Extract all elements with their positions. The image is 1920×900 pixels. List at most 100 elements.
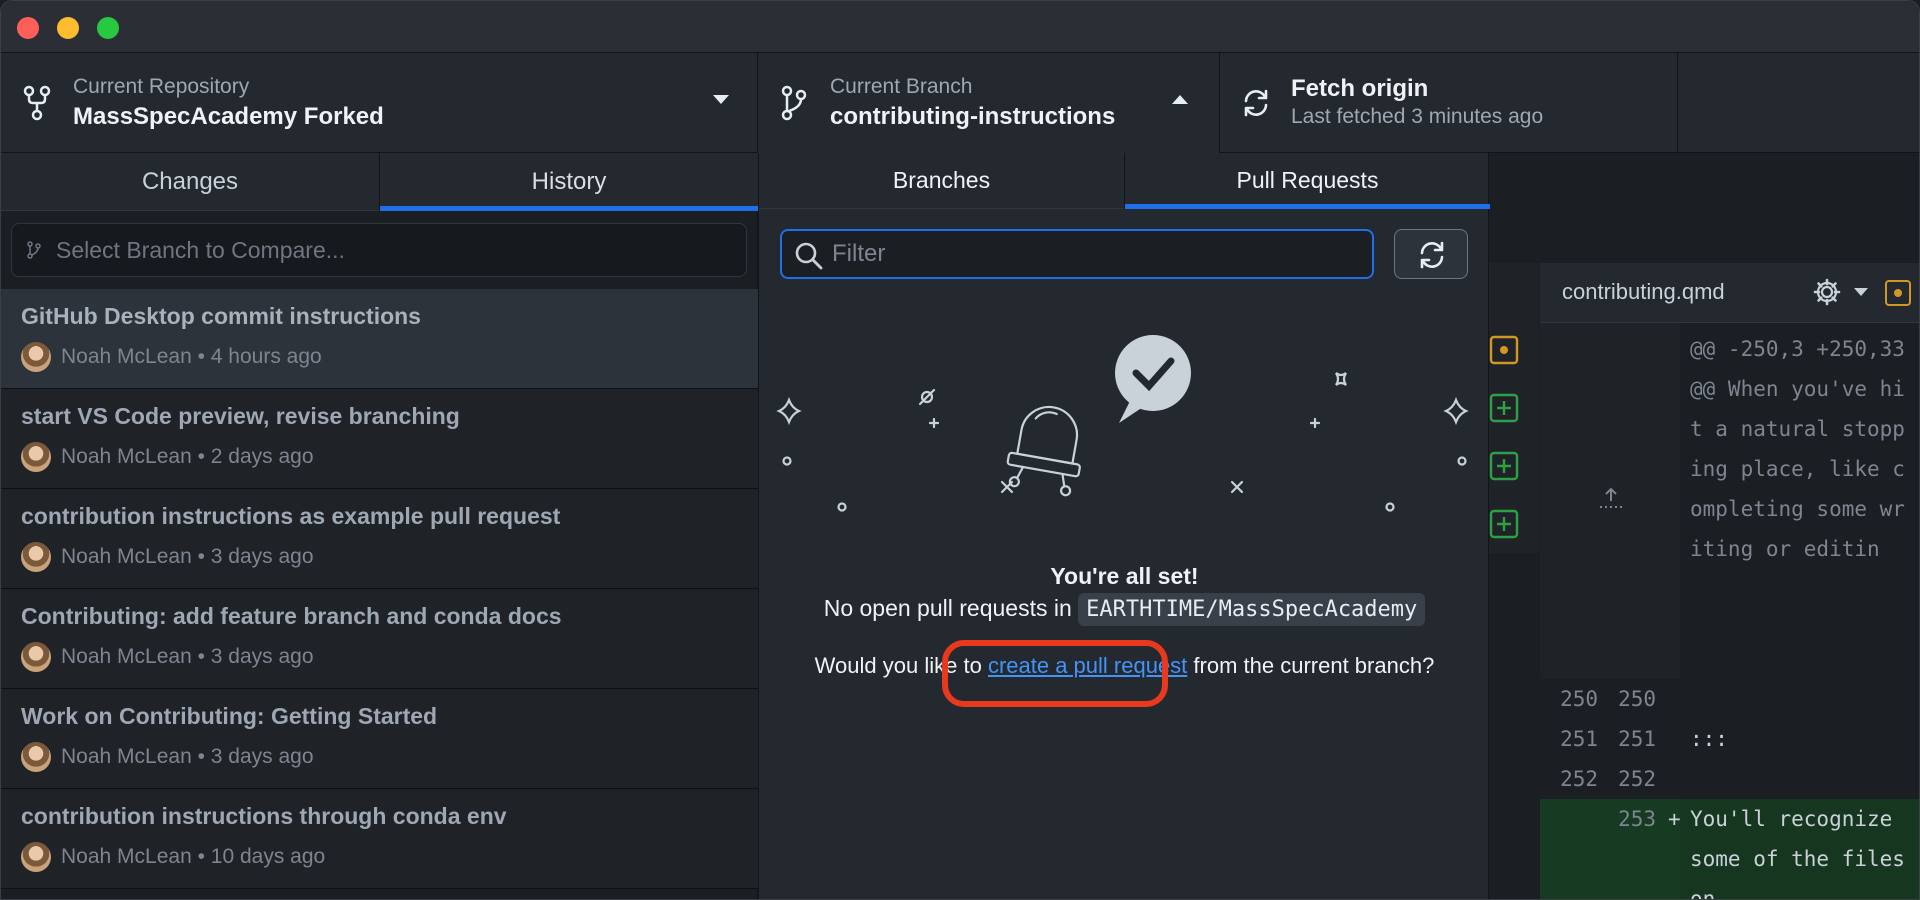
no-open-prs-message: No open pull requests in EARTHTIME/MassS… <box>759 593 1490 626</box>
list-item[interactable]: Work on Contributing: Getting Started No… <box>1 689 758 789</box>
chevron-up-icon <box>1172 95 1188 104</box>
repo-fork-icon <box>23 85 51 121</box>
prompt-suffix: from the current branch? <box>1193 653 1435 678</box>
close-window-button[interactable] <box>17 17 39 39</box>
tab-changes[interactable]: Changes <box>1 153 379 211</box>
repo-label: Current Repository <box>73 75 250 98</box>
added-file-icon <box>1489 393 1519 423</box>
commit-title: GitHub Desktop commit instructions <box>21 303 421 329</box>
commit-title: contribution instructions as example pul… <box>21 503 561 529</box>
modified-file-icon <box>1885 280 1911 306</box>
old-line-number: 250 <box>1560 687 1598 711</box>
old-line-number: 251 <box>1560 727 1598 751</box>
app-window: Current Repository MassSpecAcademy Forke… <box>0 0 1920 900</box>
branch-label: Current Branch <box>830 75 973 98</box>
line-text: ::: <box>1690 727 1728 751</box>
old-line-number: 252 <box>1560 767 1598 791</box>
diff-line: 250 250 <box>1540 679 1919 719</box>
repo-name: MassSpecAcademy Forked <box>73 103 384 130</box>
minimize-window-button[interactable] <box>57 17 79 39</box>
chevron-down-icon[interactable] <box>1854 288 1868 296</box>
filter-field[interactable] <box>780 229 1374 279</box>
branch-name: contributing-instructions <box>830 103 1116 130</box>
repo-code: EARTHTIME/MassSpecAcademy <box>1078 593 1426 626</box>
tab-pull-requests[interactable]: Pull Requests <box>1125 153 1490 209</box>
gear-icon[interactable] <box>1812 277 1842 307</box>
compare-branch-select[interactable]: Select Branch to Compare... <box>11 223 747 277</box>
list-item[interactable]: Contributing: add feature branch and con… <box>1 589 758 689</box>
commit-history-list: GitHub Desktop commit instructions Noah … <box>1 289 758 889</box>
refresh-pull-requests-button[interactable] <box>1394 229 1468 279</box>
new-line-number: 251 <box>1618 727 1656 751</box>
fetch-subtitle: Last fetched 3 minutes ago <box>1291 105 1544 128</box>
sync-icon <box>1420 241 1444 269</box>
diff-line: 252 252 <box>1540 759 1919 799</box>
commit-title: start VS Code preview, revise branching <box>21 403 460 429</box>
create-pull-request-link[interactable]: create a pull request <box>988 653 1187 678</box>
commit-meta: Noah McLean • 3 days ago <box>61 545 314 568</box>
hunk-gutter <box>1540 323 1680 679</box>
added-file-icon <box>1489 509 1519 539</box>
avatar <box>21 542 51 572</box>
avatar <box>21 442 51 472</box>
diff-top-space <box>1489 153 1919 263</box>
hunk-header: @@ -250,3 +250,33 @@ When you've hit a n… <box>1690 337 1918 561</box>
commit-meta: Noah McLean • 2 days ago <box>61 445 314 468</box>
create-pr-prompt: Would you like to create a pull request … <box>759 653 1490 679</box>
tab-history[interactable]: History <box>380 153 758 211</box>
expand-up-icon[interactable] <box>1596 483 1626 513</box>
toolbar: Current Repository MassSpecAcademy Forke… <box>1 53 1919 153</box>
list-item[interactable]: start VS Code preview, revise branching … <box>1 389 758 489</box>
commit-meta: Noah McLean • 3 days ago <box>61 645 314 668</box>
commit-meta: Noah McLean • 4 hours ago <box>61 345 322 368</box>
diff-filename: contributing.qmd <box>1562 279 1725 304</box>
branch-popup-tabs: Branches Pull Requests <box>759 153 1490 209</box>
current-branch-button[interactable]: Current Branch contributing-instructions <box>758 53 1220 153</box>
commit-title: Contributing: add feature branch and con… <box>21 603 562 629</box>
all-set-illustration <box>776 335 1469 512</box>
history-pane: Changes History Select Branch to Compare… <box>1 153 758 899</box>
new-line-number: 250 <box>1618 687 1656 711</box>
prompt-prefix: Would you like to <box>814 653 982 678</box>
fetch-origin-button[interactable]: Fetch origin Last fetched 3 minutes ago <box>1220 53 1678 153</box>
file-status-column <box>1489 263 1539 553</box>
diff-line: 251 251 ::: <box>1540 719 1919 759</box>
diff-area: contributing.qmd @@ -250,3 +250,33 @@ Wh… <box>1489 153 1919 900</box>
zoom-window-button[interactable] <box>97 17 119 39</box>
no-open-prs-text: No open pull requests in <box>823 595 1072 621</box>
diff-view: @@ -250,3 +250,33 @@ When you've hit a n… <box>1540 323 1919 900</box>
diff-file-header: contributing.qmd <box>1540 263 1919 323</box>
list-item[interactable]: GitHub Desktop commit instructions Noah … <box>1 289 758 389</box>
commit-meta: Noah McLean • 10 days ago <box>61 845 326 868</box>
new-line-number: 253 <box>1618 807 1656 831</box>
commit-title: contribution instructions through conda … <box>21 803 507 829</box>
avatar <box>21 742 51 772</box>
diff-added-line: 253 + You'll recognize some of the files… <box>1540 799 1919 900</box>
avatar <box>21 642 51 672</box>
fetch-title: Fetch origin <box>1291 75 1429 102</box>
commit-meta: Noah McLean • 3 days ago <box>61 745 314 768</box>
search-icon <box>795 242 823 270</box>
git-branch-icon <box>27 241 41 259</box>
sync-icon <box>1244 89 1268 117</box>
modified-file-icon <box>1489 335 1519 365</box>
compare-placeholder: Select Branch to Compare... <box>56 237 345 263</box>
branch-dropdown-popup: Branches Pull Requests Filter You're all… <box>758 153 1490 899</box>
chevron-down-icon <box>713 95 729 104</box>
added-sign: + <box>1668 807 1681 831</box>
title-bar <box>1 1 1919 53</box>
git-branch-icon <box>781 85 807 121</box>
changes-history-tabs: Changes History <box>1 153 758 211</box>
list-item[interactable]: contribution instructions through conda … <box>1 789 758 889</box>
filter-input[interactable] <box>832 237 1352 271</box>
commit-title: Work on Contributing: Getting Started <box>21 703 438 729</box>
current-repository-button[interactable]: Current Repository MassSpecAcademy Forke… <box>1 53 758 153</box>
avatar <box>21 342 51 372</box>
list-item[interactable]: contribution instructions as example pul… <box>1 489 758 589</box>
avatar <box>21 842 51 872</box>
new-line-number: 252 <box>1618 767 1656 791</box>
tab-branches[interactable]: Branches <box>759 153 1124 209</box>
line-text: You'll recognize some of the files on <box>1690 807 1918 900</box>
all-set-heading: You're all set! <box>1050 563 1199 589</box>
added-file-icon <box>1489 451 1519 481</box>
